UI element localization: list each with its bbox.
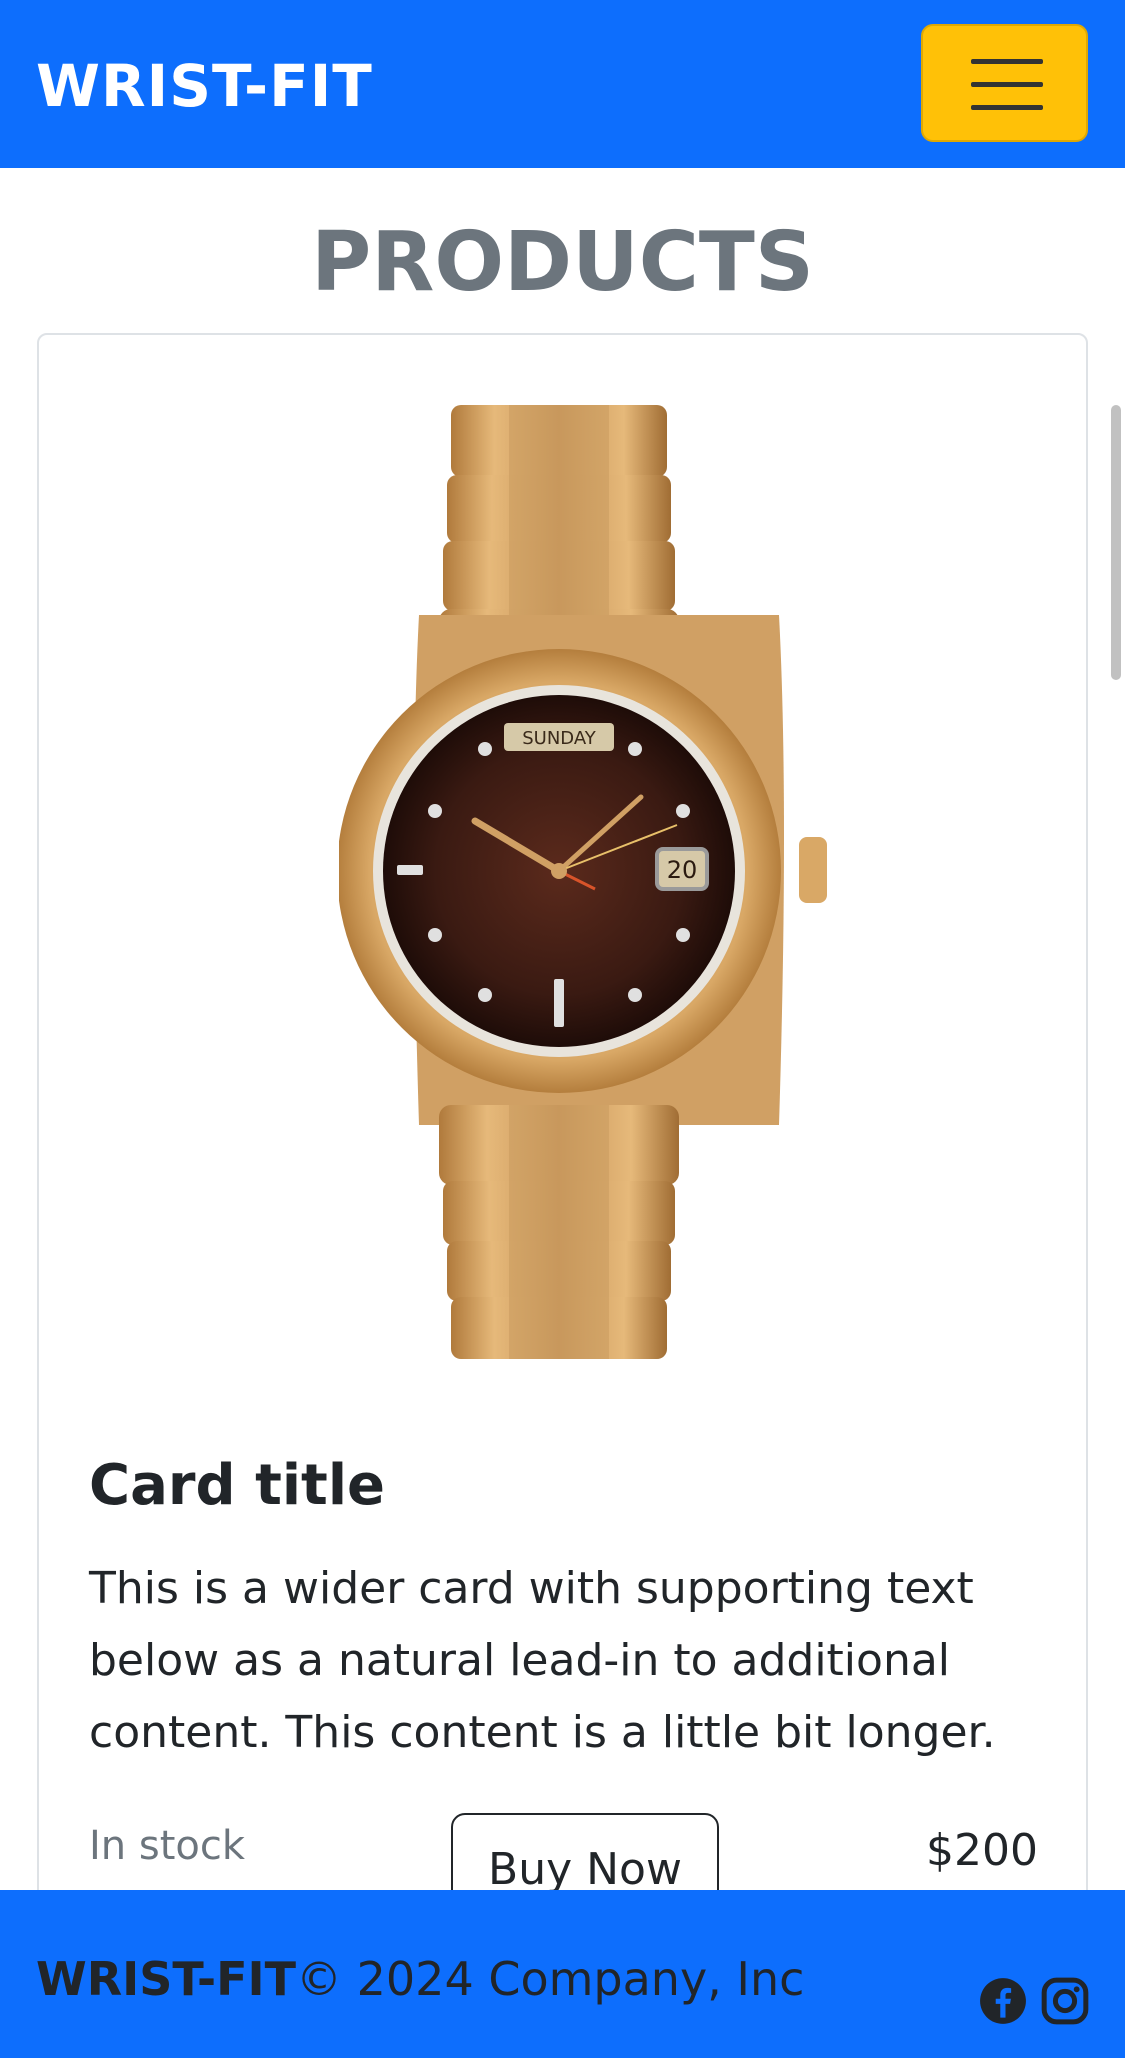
stock-status: In stock	[89, 1823, 246, 1869]
footer-copyright: WRIST-FIT© 2024 Company, Inc	[36, 1952, 804, 2006]
instagram-icon[interactable]	[1040, 1976, 1090, 2026]
navbar: WRIST-FIT	[0, 0, 1125, 168]
footer-copyright-text: © 2024 Company, Inc	[296, 1952, 805, 2006]
page-title: PRODUCTS	[311, 215, 814, 310]
svg-text:SUNDAY: SUNDAY	[522, 728, 597, 749]
footer-brand[interactable]: WRIST-FIT	[36, 1952, 296, 2006]
price: $200	[926, 1825, 1038, 1876]
svg-text:20: 20	[667, 856, 698, 884]
facebook-icon[interactable]	[978, 1976, 1028, 2026]
scrollbar-thumb[interactable]	[1111, 405, 1121, 680]
navbar-brand[interactable]: WRIST-FIT	[36, 52, 373, 120]
card-text: This is a wider card with supporting tex…	[89, 1563, 996, 1758]
footer: WRIST-FIT© 2024 Company, Inc	[0, 1890, 1125, 2058]
card-title: Card title	[89, 1453, 385, 1518]
product-image: SUNDAY 20	[339, 405, 827, 1359]
menu-toggle-button[interactable]	[921, 24, 1088, 142]
product-card: SUNDAY 20 Card title This is a wider car…	[37, 333, 1088, 1933]
